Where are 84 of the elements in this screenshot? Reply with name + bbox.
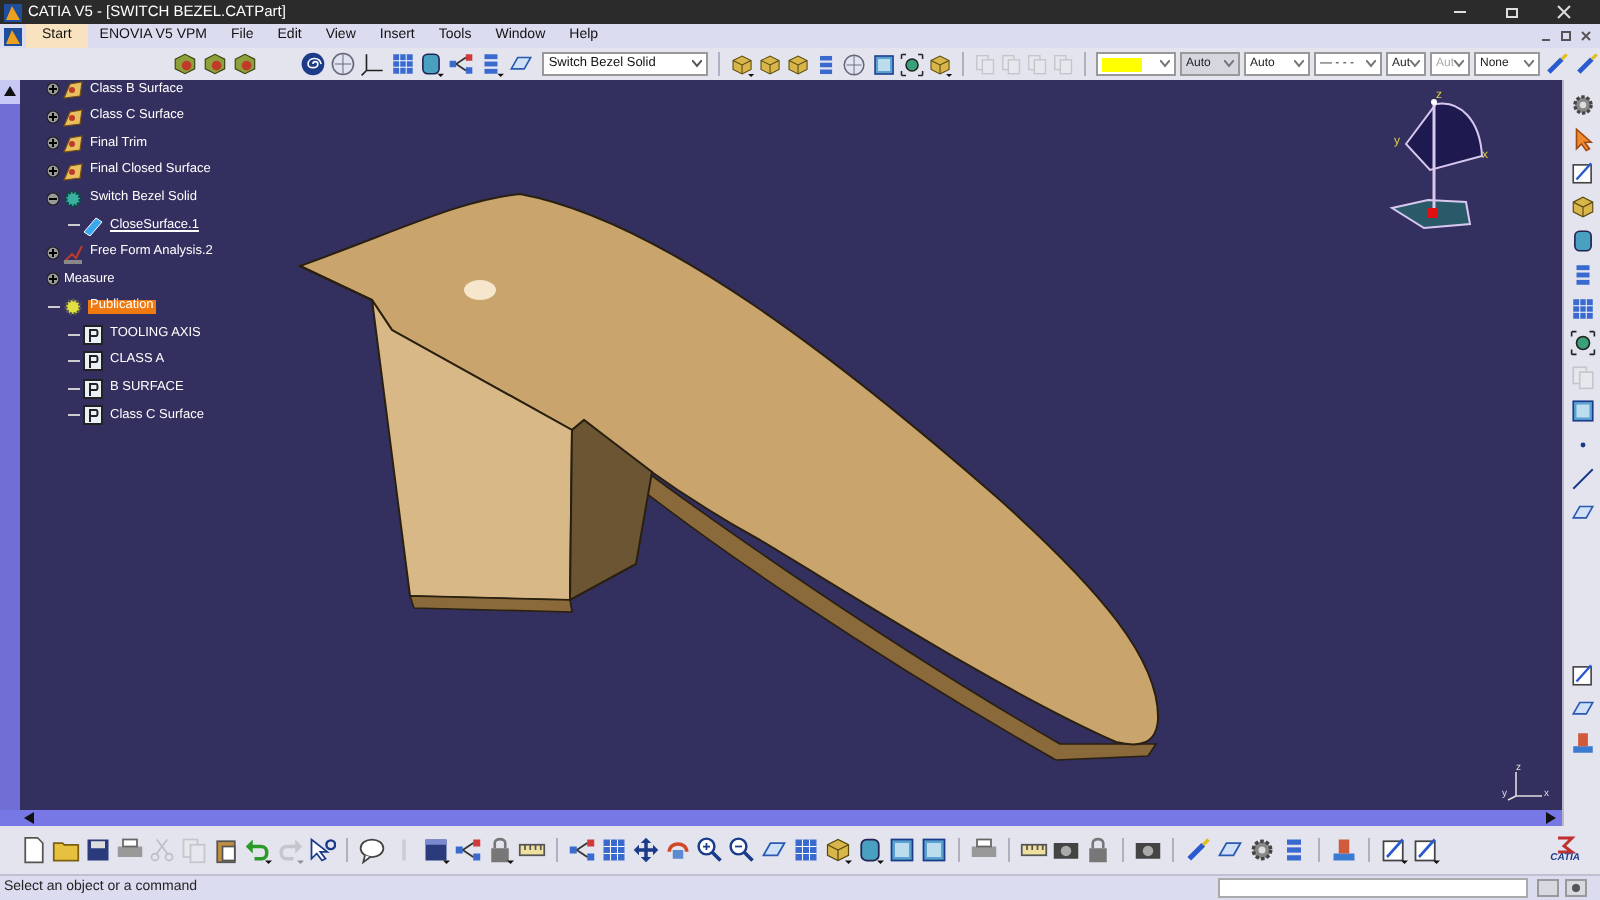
- stamp-icon[interactable]: [1569, 730, 1595, 756]
- window-icon[interactable]: [422, 836, 450, 864]
- stack-icon[interactable]: [478, 50, 505, 78]
- expand-icon[interactable]: [46, 272, 60, 287]
- paintbrush-icon[interactable]: [1543, 50, 1570, 78]
- caret-icon: [1159, 60, 1170, 68]
- grid-icon[interactable]: [600, 836, 628, 864]
- clipboard-icon[interactable]: [212, 836, 240, 864]
- property-dropdown[interactable]: [1095, 52, 1176, 76]
- stamp-icon[interactable]: [1330, 836, 1358, 864]
- surface-icon: [62, 132, 84, 155]
- published-icon: [82, 350, 104, 373]
- sketch-icon[interactable]: [1380, 836, 1408, 864]
- surface-icon: [62, 160, 84, 183]
- collapse-icon[interactable]: [46, 191, 60, 206]
- surface-icon: [62, 80, 84, 101]
- cylinder-icon[interactable]: [418, 50, 445, 78]
- caret-icon: [692, 60, 703, 68]
- caret-icon: [1454, 60, 1464, 68]
- network-icon[interactable]: [568, 836, 596, 864]
- expand-icon[interactable]: [46, 109, 60, 124]
- folder-icon[interactable]: [52, 836, 80, 864]
- scroll-up-icon[interactable]: [4, 86, 16, 98]
- axis-triad-icon: [1507, 771, 1543, 801]
- spiral-icon[interactable]: [299, 50, 326, 78]
- move-arrows-icon[interactable]: [632, 836, 660, 864]
- sketch-icon[interactable]: [1412, 836, 1440, 864]
- close-icon[interactable]: [1580, 30, 1592, 42]
- target-icon[interactable]: [899, 51, 924, 77]
- padlock-icon[interactable]: [486, 836, 514, 864]
- caret-icon: [1223, 60, 1234, 68]
- compass-drawing: [1389, 99, 1483, 230]
- publication-icon: [62, 296, 84, 319]
- solid-icon: [62, 187, 84, 210]
- frame-icon[interactable]: [920, 836, 948, 864]
- grid-icon[interactable]: [1569, 296, 1595, 322]
- expand-icon[interactable]: [46, 245, 60, 260]
- restore-icon[interactable]: [1560, 30, 1572, 42]
- line-icon[interactable]: [1569, 466, 1595, 492]
- expand-icon[interactable]: [46, 136, 60, 151]
- cylinder-icon[interactable]: [856, 836, 884, 864]
- vertical-scrollbar[interactable]: [0, 80, 20, 810]
- command-input[interactable]: [1218, 878, 1528, 898]
- caret-icon: [1523, 60, 1534, 68]
- grid-icon[interactable]: [389, 50, 415, 78]
- axis-icon[interactable]: [359, 50, 385, 78]
- expand-icon[interactable]: [46, 82, 60, 97]
- paintbrush-icon[interactable]: [1184, 836, 1212, 864]
- cylinder-icon[interactable]: [1569, 228, 1595, 254]
- padlock-icon[interactable]: [1084, 836, 1112, 864]
- caret-icon: [1365, 60, 1376, 68]
- help-cursor-icon[interactable]: [308, 836, 336, 864]
- sketch-icon[interactable]: [1569, 160, 1595, 186]
- published-icon: [82, 377, 104, 400]
- restore-icon[interactable]: [1504, 4, 1520, 20]
- paintbrush-icon[interactable]: [1573, 50, 1600, 78]
- horizontal-scrollbar[interactable]: [0, 810, 1562, 826]
- gear-icon[interactable]: [1569, 92, 1595, 118]
- rotate-arrow-icon[interactable]: [664, 836, 692, 864]
- expand-icon[interactable]: [46, 164, 60, 179]
- page-icon[interactable]: [20, 836, 48, 864]
- frame-icon[interactable]: [871, 51, 896, 77]
- grid-icon[interactable]: [792, 836, 820, 864]
- surface-icon: [62, 105, 84, 128]
- target-icon[interactable]: [1569, 330, 1595, 356]
- frame-icon[interactable]: [1569, 398, 1595, 424]
- zoom-out-icon[interactable]: [728, 836, 756, 864]
- published-icon: [82, 404, 104, 427]
- speech-bubble-icon[interactable]: [358, 836, 386, 864]
- logo-icon: [1553, 836, 1578, 854]
- caret-icon: [1410, 60, 1420, 68]
- published-icon: [82, 323, 104, 346]
- app-logo-icon: [4, 3, 22, 21]
- zoom-in-icon[interactable]: [696, 836, 724, 864]
- close-surface-icon: [82, 214, 104, 237]
- frame-icon[interactable]: [888, 836, 916, 864]
- network-icon[interactable]: [454, 836, 482, 864]
- gear-icon[interactable]: [1248, 836, 1276, 864]
- caret-icon: [1293, 60, 1304, 68]
- camera-icon[interactable]: [1564, 878, 1588, 898]
- analysis-icon: [62, 241, 84, 264]
- app-logo-icon: [4, 27, 22, 45]
- sketch-icon[interactable]: [1569, 662, 1595, 688]
- network-icon[interactable]: [448, 50, 475, 78]
